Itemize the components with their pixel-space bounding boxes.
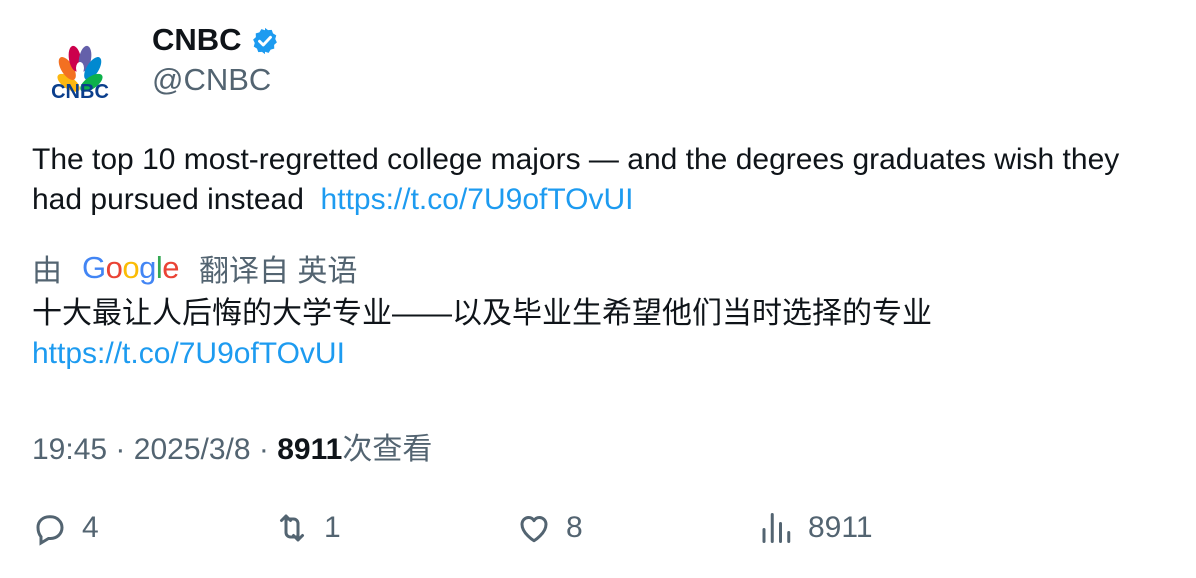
views-label: 次查看 — [342, 433, 433, 466]
reply-count: 4 — [82, 511, 99, 544]
tweet-meta: 19:45 · 2025/3/8 · 8911次查看 — [32, 424, 432, 468]
tweet-text: The top 10 most-regretted college majors… — [32, 140, 1162, 220]
reply-button[interactable]: 4 — [32, 510, 99, 546]
translated-text: 十大最让人后悔的大学专业——以及毕业生希望他们当时选择的专业 https://t… — [32, 294, 1162, 374]
google-logo[interactable]: Google — [82, 250, 180, 286]
meta-separator: · — [258, 433, 269, 466]
view-count: 8911 — [277, 433, 343, 466]
translation-suffix: 翻译自 英语 — [199, 255, 358, 288]
logo-wordmark: CNBC — [51, 81, 109, 102]
like-count: 8 — [566, 511, 583, 544]
tweet-date[interactable]: 2025/3/8 — [134, 433, 251, 466]
translation-attribution: 由 Google 翻译自 英语 — [32, 246, 357, 290]
retweet-button[interactable]: 1 — [274, 510, 341, 546]
views-count: 8911 — [808, 511, 873, 544]
translated-link[interactable]: https://t.co/7U9ofTOvUI — [32, 337, 345, 370]
verified-badge-icon — [252, 27, 277, 55]
heart-icon — [520, 516, 548, 543]
like-button[interactable]: 8 — [516, 510, 583, 546]
peacock-logo-icon: CNBC — [51, 45, 109, 103]
translated-body: 十大最让人后悔的大学专业——以及毕业生希望他们当时选择的专业 — [32, 297, 932, 330]
analytics-bars-icon — [762, 513, 791, 543]
account-handle[interactable]: @CNBC — [152, 62, 271, 98]
tweet-link[interactable]: https://t.co/7U9ofTOvUI — [321, 183, 634, 216]
tweet-time[interactable]: 19:45 — [32, 433, 107, 466]
account-name-row[interactable]: CNBC — [152, 22, 280, 58]
retweet-icon — [280, 514, 304, 542]
cnbc-logo-avatar[interactable]: CNBC — [38, 38, 122, 103]
reply-icon — [36, 515, 64, 546]
translation-prefix: 由 — [32, 255, 62, 288]
account-name[interactable]: CNBC — [152, 22, 242, 58]
retweet-count: 1 — [324, 511, 341, 544]
views-button[interactable]: 8911 — [758, 510, 873, 546]
meta-separator: · — [115, 433, 126, 466]
